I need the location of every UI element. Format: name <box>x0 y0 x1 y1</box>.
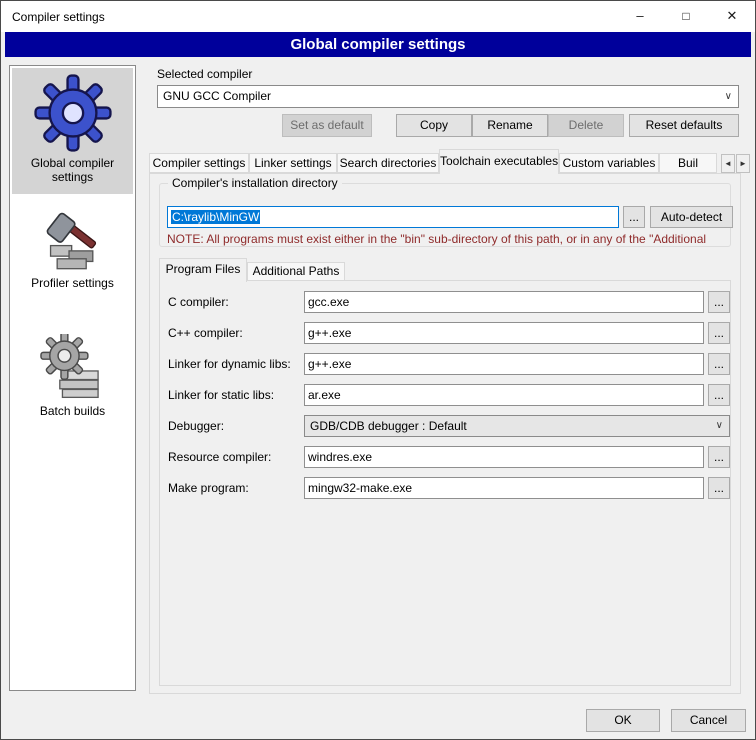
tab-build-options[interactable]: Buil <box>659 153 717 173</box>
linker-static-label: Linker for static libs: <box>168 388 274 402</box>
debugger-select[interactable]: GDB/CDB debugger : Default ∨ <box>304 415 730 437</box>
installation-directory-input[interactable]: C:\raylib\MinGW <box>167 206 619 228</box>
copy-button[interactable]: Copy <box>396 114 472 137</box>
linker-static-browse-button[interactable]: ... <box>708 384 730 406</box>
c-compiler-input[interactable]: gcc.exe <box>304 291 704 313</box>
rename-button[interactable]: Rename <box>472 114 548 137</box>
make-program-value: mingw32-make.exe <box>308 481 412 495</box>
installation-note: NOTE: All programs must exist either in … <box>167 232 731 246</box>
auto-detect-button[interactable]: Auto-detect <box>650 206 733 228</box>
installation-directory-browse-button[interactable]: ... <box>623 206 645 228</box>
hammer-blocks-icon <box>40 206 106 272</box>
sidebar-item-label: Global compiler settings <box>12 154 133 190</box>
tab-toolchain-executables[interactable]: Toolchain executables <box>439 149 559 174</box>
cpp-compiler-input[interactable]: g++.exe <box>304 322 704 344</box>
close-button[interactable]: ✕ <box>709 1 755 32</box>
cpp-compiler-value: g++.exe <box>308 326 351 340</box>
tab-custom-variables[interactable]: Custom variables <box>559 153 659 173</box>
linker-dynamic-input[interactable]: g++.exe <box>304 353 704 375</box>
reset-defaults-button[interactable]: Reset defaults <box>629 114 739 137</box>
installation-directory-group-title: Compiler's installation directory <box>168 176 342 190</box>
sidebar-item-batch-builds[interactable]: Batch builds <box>12 328 133 428</box>
sidebar-item-label: Batch builds <box>12 402 133 424</box>
ok-button[interactable]: OK <box>586 709 660 732</box>
gear-blue-icon <box>34 74 112 152</box>
compiler-select[interactable]: GNU GCC Compiler ∨ <box>157 85 739 108</box>
make-program-label: Make program: <box>168 481 249 495</box>
compiler-settings-dialog: Compiler settings – □ ✕ Global compiler … <box>0 0 756 740</box>
chevron-down-icon: ∨ <box>725 86 732 107</box>
titlebar: Compiler settings – □ ✕ <box>1 1 755 32</box>
sidebar-item-label: Profiler settings <box>12 274 133 296</box>
linker-dynamic-label: Linker for dynamic libs: <box>168 357 291 371</box>
resource-compiler-input[interactable]: windres.exe <box>304 446 704 468</box>
make-program-input[interactable]: mingw32-make.exe <box>304 477 704 499</box>
linker-dynamic-browse-button[interactable]: ... <box>708 353 730 375</box>
delete-button: Delete <box>548 114 624 137</box>
debugger-select-value: GDB/CDB debugger : Default <box>310 419 467 433</box>
installation-directory-value: C:\raylib\MinGW <box>171 210 260 224</box>
resource-compiler-browse-button[interactable]: ... <box>708 446 730 468</box>
linker-dynamic-value: g++.exe <box>308 357 351 371</box>
resource-compiler-label: Resource compiler: <box>168 450 271 464</box>
tab-linker-settings[interactable]: Linker settings <box>249 153 337 173</box>
tab-scroll-right-icon[interactable]: ► <box>736 154 750 173</box>
linker-static-value: ar.exe <box>308 388 341 402</box>
make-program-browse-button[interactable]: ... <box>708 477 730 499</box>
debugger-label: Debugger: <box>168 419 224 433</box>
cpp-compiler-browse-button[interactable]: ... <box>708 322 730 344</box>
maximize-button[interactable]: □ <box>663 1 709 32</box>
page-title: Global compiler settings <box>5 32 751 57</box>
sidebar-item-profiler-settings[interactable]: Profiler settings <box>12 200 133 300</box>
tab-program-files[interactable]: Program Files <box>159 258 247 282</box>
set-as-default-button: Set as default <box>282 114 372 137</box>
linker-static-input[interactable]: ar.exe <box>304 384 704 406</box>
c-compiler-browse-button[interactable]: ... <box>708 291 730 313</box>
minimize-button[interactable]: – <box>617 1 663 32</box>
tab-scroll-left-icon[interactable]: ◄ <box>721 154 735 173</box>
selected-compiler-label: Selected compiler <box>157 67 252 81</box>
compiler-select-value: GNU GCC Compiler <box>163 89 271 103</box>
gear-gray-icon <box>40 334 106 400</box>
tab-search-directories[interactable]: Search directories <box>337 153 439 173</box>
c-compiler-value: gcc.exe <box>308 295 349 309</box>
cpp-compiler-label: C++ compiler: <box>168 326 243 340</box>
tab-compiler-settings[interactable]: Compiler settings <box>149 153 249 173</box>
window-title: Compiler settings <box>12 10 105 24</box>
resource-compiler-value: windres.exe <box>308 450 372 464</box>
settings-category-list: Global compiler settings Profiler settin… <box>9 65 136 691</box>
program-files-page: C compiler: gcc.exe ... C++ compiler: g+… <box>159 280 731 686</box>
tab-additional-paths[interactable]: Additional Paths <box>247 262 345 281</box>
c-compiler-label: C compiler: <box>168 295 229 309</box>
sidebar-item-global-compiler-settings[interactable]: Global compiler settings <box>12 68 133 194</box>
cancel-button[interactable]: Cancel <box>671 709 746 732</box>
chevron-down-icon: ∨ <box>716 416 723 436</box>
